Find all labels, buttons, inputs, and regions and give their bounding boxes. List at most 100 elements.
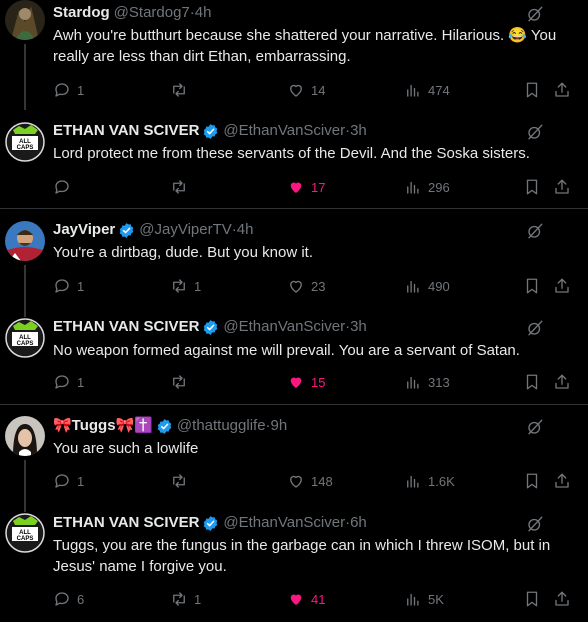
tweet-0[interactable]: Stardog @Stardog7 · 4h Awh you're butthu… xyxy=(0,0,588,110)
bookmark-button[interactable] xyxy=(523,372,541,392)
reply-button[interactable]: 1 xyxy=(53,80,84,100)
reply-count: 1 xyxy=(77,473,85,489)
timestamp[interactable]: 4h xyxy=(237,220,254,240)
retweet-button[interactable]: 1 xyxy=(170,589,201,609)
views-button[interactable]: 490 xyxy=(404,276,450,296)
share-icon xyxy=(555,374,569,389)
grok-icon[interactable] xyxy=(526,418,544,436)
reply-button[interactable]: 1 xyxy=(53,471,84,491)
handle[interactable]: @thattugglife xyxy=(177,416,266,436)
retweet-button[interactable] xyxy=(170,372,194,392)
bookmark-button[interactable] xyxy=(523,276,541,296)
handle[interactable]: @JayViperTV xyxy=(139,220,231,240)
svg-text:CAPS: CAPS xyxy=(17,536,34,542)
bookmark-icon xyxy=(526,374,538,390)
bookmark-button[interactable] xyxy=(523,471,541,491)
handle[interactable]: @EthanVanSciver xyxy=(223,513,345,533)
bookmark-icon xyxy=(526,591,538,607)
share-icon xyxy=(555,179,569,194)
reply-icon xyxy=(55,474,69,488)
avatar[interactable] xyxy=(5,416,45,456)
tweet-text: No weapon formed against me will prevail… xyxy=(53,342,520,359)
handle[interactable]: @EthanVanSciver xyxy=(223,121,345,141)
tweet-1[interactable]: ALL CAPS ETHAN VAN SCIVER @EthanVanScive… xyxy=(0,110,588,208)
handle[interactable]: @EthanVanSciver xyxy=(223,317,345,337)
bookmark-button[interactable] xyxy=(523,80,541,100)
grok-icon[interactable] xyxy=(526,123,544,141)
avatar[interactable] xyxy=(5,0,45,40)
bookmark-button[interactable] xyxy=(523,177,541,197)
tweet-4[interactable]: 🎀Tuggs🎀✝️ @thattugglife · 9h You are suc… xyxy=(0,405,588,512)
reply-count: 6 xyxy=(77,591,85,607)
grok-icon[interactable] xyxy=(526,319,544,337)
tweet-3[interactable]: ALL CAPS ETHAN VAN SCIVER @EthanVanScive… xyxy=(0,307,588,404)
retweet-button[interactable] xyxy=(170,471,194,491)
tweet-2[interactable]: JayViper @JayViperTV · 4h You're a dirtb… xyxy=(0,209,588,317)
timestamp[interactable]: 3h xyxy=(350,121,367,141)
reply-button[interactable]: 1 xyxy=(53,276,84,296)
display-name[interactable]: Stardog xyxy=(53,3,110,23)
display-name[interactable]: ETHAN VAN SCIVER xyxy=(53,121,199,141)
share-button[interactable] xyxy=(553,177,571,197)
share-button[interactable] xyxy=(553,372,571,392)
display-name[interactable]: JayViper xyxy=(53,220,115,240)
share-button[interactable] xyxy=(553,471,571,491)
views-icon xyxy=(407,84,419,97)
views-count: 313 xyxy=(428,374,450,390)
tweet-text: Lord protect me from these servants of t… xyxy=(53,145,530,162)
retweet-button[interactable]: 1 xyxy=(170,276,201,296)
handle[interactable]: @Stardog7 xyxy=(114,3,190,23)
timestamp[interactable]: 3h xyxy=(350,317,367,337)
tweet-text: You are such a lowlife xyxy=(53,440,199,457)
views-button[interactable]: 296 xyxy=(404,177,450,197)
action-bar: 6 1 41 5K xyxy=(53,589,573,609)
avatar[interactable] xyxy=(5,221,45,261)
like-button[interactable]: 17 xyxy=(287,177,325,197)
grok-icon[interactable] xyxy=(526,222,544,240)
like-button[interactable]: 15 xyxy=(287,372,325,392)
grok-icon[interactable] xyxy=(526,5,544,23)
display-name[interactable]: 🎀Tuggs🎀✝️ xyxy=(53,416,153,436)
views-count: 5K xyxy=(428,591,444,607)
action-bar: 1 14 474 xyxy=(53,80,573,100)
timestamp[interactable]: 9h xyxy=(271,416,288,436)
share-icon xyxy=(555,591,569,606)
timestamp[interactable]: 4h xyxy=(195,3,212,23)
tweet-5[interactable]: ALL CAPS ETHAN VAN SCIVER @EthanVanScive… xyxy=(0,502,588,622)
share-button[interactable] xyxy=(553,276,571,296)
views-button[interactable]: 5K xyxy=(404,589,444,609)
views-button[interactable]: 1.6K xyxy=(404,471,455,491)
bookmark-button[interactable] xyxy=(523,589,541,609)
retweet-button[interactable] xyxy=(170,80,194,100)
grok-icon[interactable] xyxy=(526,515,544,533)
share-button[interactable] xyxy=(553,80,571,100)
like-button[interactable]: 23 xyxy=(287,276,325,296)
action-bar: 1 148 1.6K xyxy=(53,471,573,491)
like-button[interactable]: 41 xyxy=(287,589,325,609)
tweet-header: Stardog @Stardog7 · 4h xyxy=(53,3,211,23)
timestamp[interactable]: 6h xyxy=(350,513,367,533)
display-name[interactable]: ETHAN VAN SCIVER xyxy=(53,317,199,337)
like-button[interactable]: 14 xyxy=(287,80,325,100)
verified-badge-icon xyxy=(120,222,134,238)
share-button[interactable] xyxy=(553,589,571,609)
verified-badge-icon xyxy=(204,515,218,531)
display-name[interactable]: ETHAN VAN SCIVER xyxy=(53,513,199,533)
like-count: 15 xyxy=(311,374,326,390)
reply-button[interactable]: 1 xyxy=(53,372,84,392)
retweet-button[interactable] xyxy=(170,177,194,197)
tweet-header: ETHAN VAN SCIVER @EthanVanSciver · 3h xyxy=(53,317,367,337)
action-bar: 1 15 313 xyxy=(53,372,573,392)
like-button[interactable]: 148 xyxy=(287,471,333,491)
avatar[interactable]: ALL CAPS xyxy=(5,122,45,162)
reply-button[interactable] xyxy=(53,177,77,197)
retweet-icon xyxy=(173,474,185,488)
retweet-icon xyxy=(173,180,185,194)
verified-badge-icon xyxy=(204,319,218,335)
avatar[interactable]: ALL CAPS xyxy=(5,513,45,553)
views-button[interactable]: 474 xyxy=(404,80,450,100)
thread-line xyxy=(24,44,26,110)
avatar[interactable]: ALL CAPS xyxy=(5,318,45,358)
reply-button[interactable]: 6 xyxy=(53,589,84,609)
views-button[interactable]: 313 xyxy=(404,372,450,392)
